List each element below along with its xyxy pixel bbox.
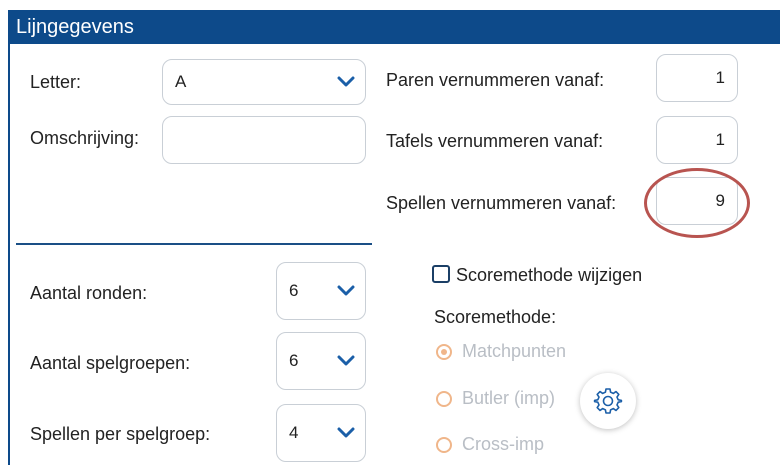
aantal-spelgroepen-select[interactable]: 6: [276, 332, 366, 390]
radio-butler[interactable]: [436, 391, 452, 407]
aantal-ronden-value: 6: [289, 281, 299, 300]
aantal-ronden-label: Aantal ronden:: [30, 283, 148, 303]
spellen-per-spelgroep-select[interactable]: 4: [276, 404, 366, 462]
tafels-value: 1: [715, 130, 725, 149]
chevron-down-icon: [337, 285, 355, 296]
scoremethode-wijzigen-checkbox[interactable]: [432, 265, 450, 283]
spellen-label: Spellen vernummeren vanaf:: [386, 193, 617, 213]
radio-cross-imp[interactable]: [436, 437, 452, 453]
chevron-down-icon: [337, 427, 355, 438]
aantal-spelgroepen-label: Aantal spelgroepen:: [30, 353, 191, 373]
letter-select[interactable]: A: [162, 59, 366, 105]
radio-matchpunten[interactable]: [436, 344, 452, 360]
section-divider: [16, 243, 372, 245]
scoremethode-heading: Scoremethode:: [434, 307, 557, 327]
gear-icon: [593, 388, 623, 414]
spellen-per-spelgroep-label: Spellen per spelgroep:: [30, 424, 211, 444]
panel-title: Lijngegevens: [10, 10, 780, 44]
paren-value: 1: [715, 68, 725, 87]
tafels-label: Tafels vernummeren vanaf:: [386, 131, 604, 151]
scoremethode-wijzigen-label[interactable]: Scoremethode wijzigen: [456, 265, 642, 286]
paren-input[interactable]: 1: [656, 54, 738, 102]
tafels-input[interactable]: 1: [656, 116, 738, 164]
spellen-per-spelgroep-value: 4: [289, 423, 299, 442]
chevron-down-icon: [337, 76, 355, 87]
radio-cross-imp-label[interactable]: Cross-imp: [462, 434, 544, 455]
paren-label: Paren vernummeren vanaf:: [386, 70, 605, 90]
aantal-spelgroepen-value: 6: [289, 351, 299, 370]
omschrijving-label: Omschrijving:: [30, 128, 140, 148]
settings-button[interactable]: [580, 373, 636, 429]
chevron-down-icon: [337, 355, 355, 366]
radio-matchpunten-label[interactable]: Matchpunten: [462, 341, 566, 362]
letter-value: A: [175, 72, 187, 91]
letter-label: Letter:: [30, 72, 82, 92]
radio-butler-label[interactable]: Butler (imp): [462, 388, 555, 409]
highlight-circle: [644, 168, 750, 238]
omschrijving-input[interactable]: [162, 116, 366, 164]
aantal-ronden-select[interactable]: 6: [276, 262, 366, 320]
